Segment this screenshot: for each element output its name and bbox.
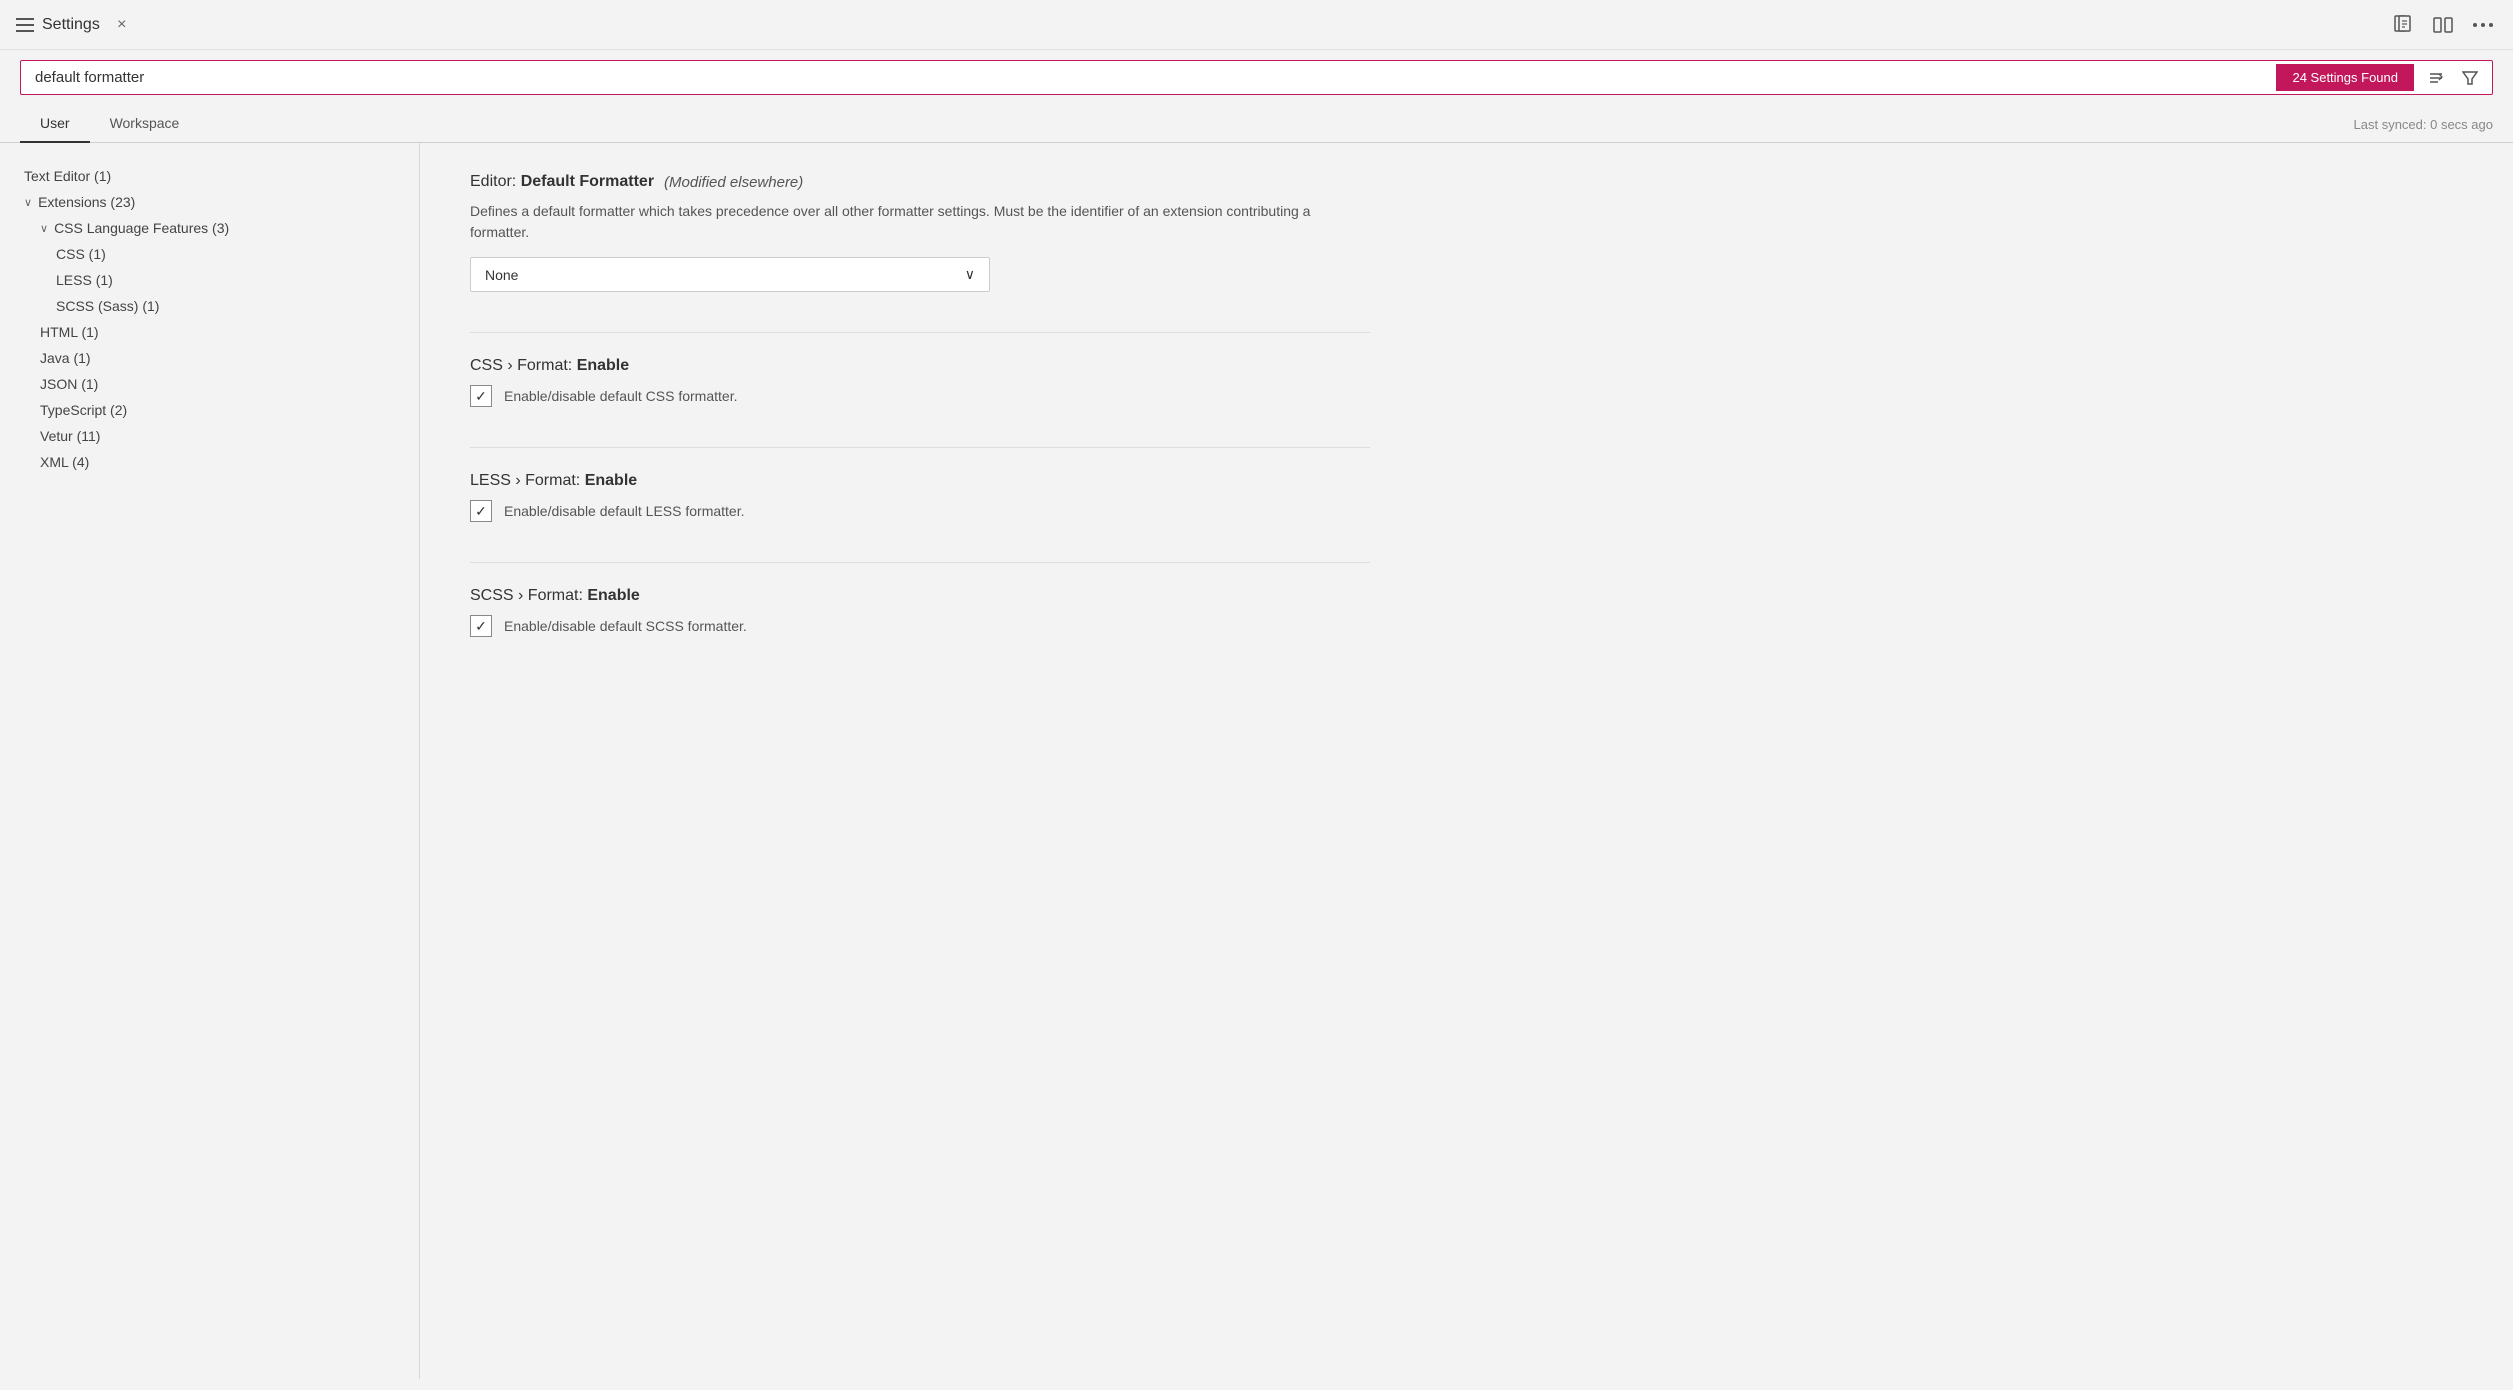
divider [470, 447, 1370, 448]
sidebar-item-label: CSS Language Features (3) [54, 220, 229, 236]
sidebar-item-css-language-features[interactable]: ∨ CSS Language Features (3) [0, 215, 419, 241]
sidebar-item-label: LESS (1) [56, 272, 113, 288]
filter-icon[interactable] [2456, 64, 2484, 92]
setting-less-format-enable: LESS › Format: Enable ✓ Enable/disable d… [470, 472, 2463, 522]
search-actions [2414, 64, 2492, 92]
sidebar-item-label: HTML (1) [40, 324, 99, 340]
checkbox-row: ✓ Enable/disable default CSS formatter. [470, 385, 2463, 407]
search-input[interactable] [21, 61, 2276, 94]
sidebar-item-typescript[interactable]: TypeScript (2) [0, 397, 419, 423]
setting-title-bold: Enable [577, 357, 629, 374]
content-area: Editor: Default Formatter (Modified else… [420, 143, 2513, 1379]
setting-description: Defines a default formatter which takes … [470, 201, 1370, 243]
sidebar: Text Editor (1) ∨ Extensions (23) ∨ CSS … [0, 143, 420, 1379]
title-bar: Settings × [0, 0, 2513, 50]
chevron-down-icon: ∨ [965, 266, 975, 283]
setting-title-text: LESS › Format: Enable [470, 472, 637, 490]
less-format-enable-checkbox[interactable]: ✓ [470, 500, 492, 522]
tabs: User Workspace [20, 105, 199, 142]
sidebar-item-label: CSS (1) [56, 246, 106, 262]
more-actions-icon[interactable] [2469, 11, 2497, 39]
setting-title-bold: Enable [585, 472, 637, 489]
setting-title: SCSS › Format: Enable [470, 587, 2463, 605]
chevron-down-icon: ∨ [40, 222, 48, 235]
setting-title: LESS › Format: Enable [470, 472, 2463, 490]
sidebar-item-vetur[interactable]: Vetur (11) [0, 423, 419, 449]
tabs-row: User Workspace Last synced: 0 secs ago [0, 105, 2513, 143]
sidebar-item-label: Text Editor (1) [24, 168, 111, 184]
checkbox-label: Enable/disable default CSS formatter. [504, 388, 737, 404]
sidebar-item-html[interactable]: HTML (1) [0, 319, 419, 345]
sidebar-item-json[interactable]: JSON (1) [0, 371, 419, 397]
window-title: Settings [42, 16, 100, 34]
sidebar-item-label: SCSS (Sass) (1) [56, 298, 159, 314]
tab-workspace[interactable]: Workspace [90, 105, 200, 143]
tab-user[interactable]: User [20, 105, 90, 143]
split-editor-icon[interactable] [2429, 11, 2457, 39]
setting-title-bold: Enable [587, 587, 639, 604]
setting-title: CSS › Format: Enable [470, 357, 2463, 375]
sidebar-item-extensions[interactable]: ∨ Extensions (23) [0, 189, 419, 215]
css-format-enable-checkbox[interactable]: ✓ [470, 385, 492, 407]
sidebar-item-less[interactable]: LESS (1) [0, 267, 419, 293]
sidebar-item-xml[interactable]: XML (4) [0, 449, 419, 475]
sidebar-item-label: XML (4) [40, 454, 89, 470]
search-bar: 24 Settings Found [0, 50, 2513, 105]
sidebar-item-label: Vetur (11) [40, 428, 100, 444]
checkbox-label: Enable/disable default SCSS formatter. [504, 618, 747, 634]
divider [470, 332, 1370, 333]
setting-editor-default-formatter: Editor: Default Formatter (Modified else… [470, 173, 2463, 292]
setting-title-text: CSS › Format: Enable [470, 357, 629, 375]
modified-note: (Modified elsewhere) [664, 174, 803, 191]
setting-css-format-enable: CSS › Format: Enable ✓ Enable/disable de… [470, 357, 2463, 407]
sidebar-item-java[interactable]: Java (1) [0, 345, 419, 371]
search-results-badge: 24 Settings Found [2276, 64, 2414, 91]
checkbox-row: ✓ Enable/disable default LESS formatter. [470, 500, 2463, 522]
sidebar-item-label: JSON (1) [40, 376, 98, 392]
setting-title-prefix: Editor: Default Formatter [470, 173, 654, 191]
scss-format-enable-checkbox[interactable]: ✓ [470, 615, 492, 637]
sidebar-item-text-editor[interactable]: Text Editor (1) [0, 163, 419, 189]
search-row: 24 Settings Found [20, 60, 2493, 95]
divider [470, 562, 1370, 563]
file-icon[interactable] [2389, 11, 2417, 39]
sidebar-item-label: Extensions (23) [38, 194, 135, 210]
setting-title-bold: Default Formatter [521, 173, 654, 190]
close-button[interactable]: × [108, 11, 136, 39]
sidebar-item-label: TypeScript (2) [40, 402, 127, 418]
sidebar-item-css[interactable]: CSS (1) [0, 241, 419, 267]
dropdown-value: None [485, 267, 518, 283]
checkbox-label: Enable/disable default LESS formatter. [504, 503, 744, 519]
setting-scss-format-enable: SCSS › Format: Enable ✓ Enable/disable d… [470, 587, 2463, 637]
clear-search-icon[interactable] [2422, 64, 2450, 92]
title-bar-left: Settings × [16, 11, 2381, 39]
sidebar-item-label: Java (1) [40, 350, 91, 366]
checkbox-row: ✓ Enable/disable default SCSS formatter. [470, 615, 2463, 637]
menu-icon[interactable] [16, 18, 34, 32]
default-formatter-dropdown[interactable]: None ∨ [470, 257, 990, 292]
chevron-down-icon: ∨ [24, 196, 32, 209]
setting-title: Editor: Default Formatter (Modified else… [470, 173, 2463, 191]
sync-status: Last synced: 0 secs ago [2354, 117, 2493, 142]
title-bar-right [2389, 11, 2497, 39]
sidebar-item-scss[interactable]: SCSS (Sass) (1) [0, 293, 419, 319]
main-content: Text Editor (1) ∨ Extensions (23) ∨ CSS … [0, 143, 2513, 1379]
setting-title-text: SCSS › Format: Enable [470, 587, 640, 605]
